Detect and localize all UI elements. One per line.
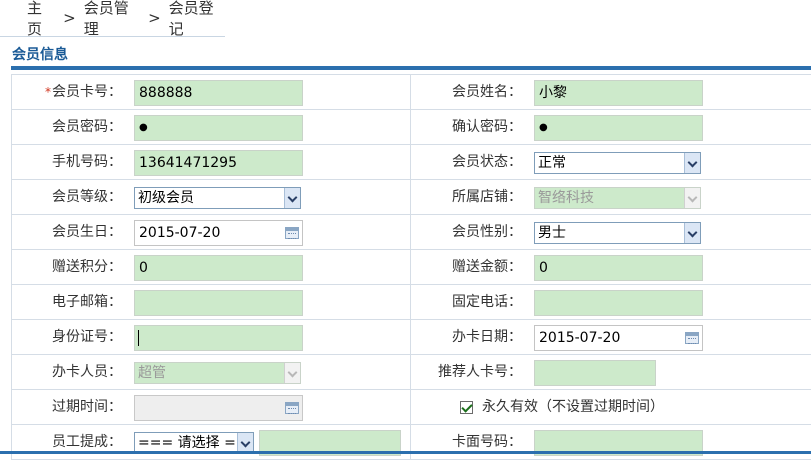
email-input[interactable] — [134, 290, 303, 316]
id-no-input[interactable] — [134, 325, 303, 351]
breadcrumb-home[interactable]: 主页 — [27, 0, 55, 39]
form-row: 会员密码： ● 确认密码： ● — [12, 110, 811, 145]
chevron-down-icon[interactable] — [284, 188, 300, 208]
chevron-down-icon[interactable] — [237, 433, 253, 453]
level-select[interactable]: 初级会员 — [134, 187, 301, 209]
store-selected: 智络科技 — [538, 190, 594, 206]
phone-label: 手机号码： — [52, 154, 122, 170]
gender-select[interactable]: 男士 — [534, 222, 701, 244]
bonus-amount-input[interactable]: 0 — [534, 255, 703, 281]
name-label: 会员姓名： — [452, 84, 522, 100]
form-row: 身份证号： 办卡日期： 2015-07-20 — [12, 320, 811, 355]
password-label: 会员密码： — [52, 119, 122, 135]
confirm-password-label: 确认密码： — [452, 119, 522, 135]
breadcrumb-separator: > — [148, 9, 161, 27]
form-row: *会员卡号： 888888 会员姓名： 小黎 — [12, 75, 811, 110]
status-selected: 正常 — [538, 155, 566, 171]
phone-input[interactable]: 13641471295 — [134, 150, 303, 176]
store-label: 所属店铺： — [452, 189, 522, 205]
chevron-down-icon[interactable] — [684, 153, 700, 173]
birthday-label: 会员生日： — [52, 224, 122, 240]
form-row: 会员生日： 2015-07-20 会员性别： 男士 — [12, 215, 811, 250]
password-input[interactable]: ● — [134, 115, 303, 141]
gender-label: 会员性别： — [452, 224, 522, 240]
card-date-input[interactable]: 2015-07-20 — [534, 325, 703, 351]
breadcrumb: 主页 > 会员管理 > 会员登记 — [0, 0, 225, 39]
bonus-points-label: 赠送积分： — [52, 259, 122, 275]
text-caret — [138, 330, 139, 346]
confirm-password-input[interactable]: ● — [534, 115, 703, 141]
landline-label: 固定电话： — [452, 294, 522, 310]
form-row: 电子邮箱： 固定电话： — [12, 285, 811, 320]
level-label: 会员等级： — [52, 189, 122, 205]
status-select[interactable]: 正常 — [534, 152, 701, 174]
birthday-value: 2015-07-20 — [139, 225, 221, 241]
form-row: 过期时间： 永久有效（不设置过期时间） — [12, 390, 811, 425]
breadcrumb-separator: > — [63, 9, 76, 27]
card-staff-select: 超管 — [134, 362, 301, 384]
bonus-amount-label: 赠送金额： — [452, 259, 522, 275]
calendar-icon — [285, 402, 299, 414]
breadcrumb-member-register: 会员登记 — [168, 0, 214, 38]
member-form: *会员卡号： 888888 会员姓名： 小黎 会员密码： ● 确认密码： ● 手… — [11, 74, 811, 460]
section-divider — [11, 66, 811, 70]
email-label: 电子邮箱： — [52, 294, 122, 310]
card-staff-label: 办卡人员： — [52, 364, 122, 380]
form-row: 手机号码： 13641471295 会员状态： 正常 — [12, 145, 811, 180]
permanent-label[interactable]: 永久有效（不设置过期时间） — [482, 390, 664, 424]
chevron-down-icon[interactable] — [684, 223, 700, 243]
status-label: 会员状态： — [452, 154, 522, 170]
level-selected: 初级会员 — [138, 190, 194, 206]
card-date-value: 2015-07-20 — [539, 330, 621, 346]
required-mark: * — [45, 85, 51, 99]
landline-input[interactable] — [534, 290, 703, 316]
form-row: 会员等级： 初级会员 所属店铺： 智络科技 — [12, 180, 811, 215]
referrer-card-label: 推荐人卡号： — [438, 364, 522, 380]
card-staff-selected: 超管 — [138, 365, 166, 381]
calendar-icon[interactable] — [685, 332, 699, 344]
expire-time-label: 过期时间： — [52, 399, 122, 415]
chevron-down-icon — [684, 188, 700, 208]
card-no-label: *会员卡号： — [45, 84, 122, 100]
expire-time-input — [134, 395, 303, 421]
form-row: 办卡人员： 超管 推荐人卡号： — [12, 355, 811, 390]
referrer-card-input[interactable] — [534, 360, 656, 386]
chevron-down-icon — [284, 363, 300, 383]
birthday-input[interactable]: 2015-07-20 — [134, 220, 303, 246]
gender-selected: 男士 — [538, 225, 566, 241]
id-no-label: 身份证号： — [52, 329, 122, 345]
permanent-checkbox[interactable] — [460, 401, 473, 414]
breadcrumb-member-management[interactable]: 会员管理 — [84, 0, 140, 39]
store-select: 智络科技 — [534, 187, 701, 209]
bonus-points-input[interactable]: 0 — [134, 255, 303, 281]
card-no-input[interactable]: 888888 — [134, 80, 303, 106]
name-input[interactable]: 小黎 — [534, 80, 703, 106]
section-title: 会员信息 — [12, 47, 68, 63]
form-row: 赠送积分： 0 赠送金额： 0 — [12, 250, 811, 285]
calendar-icon[interactable] — [285, 227, 299, 239]
card-date-label: 办卡日期： — [452, 329, 522, 345]
form-row: 员工提成： === 请选择 === 卡面号码： — [12, 425, 811, 460]
